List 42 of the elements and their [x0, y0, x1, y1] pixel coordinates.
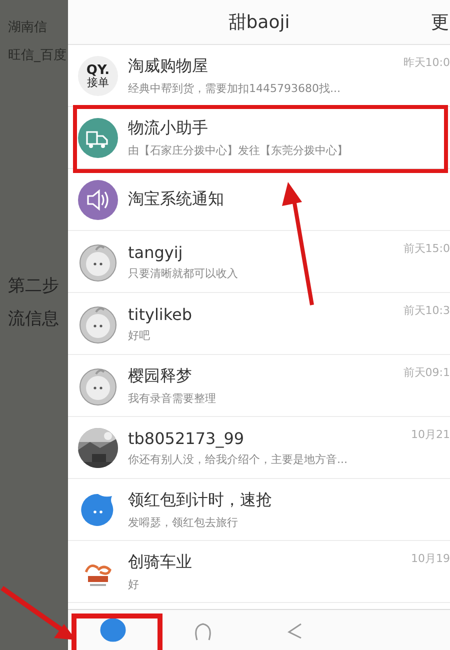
chat-bubble-icon — [99, 616, 127, 644]
page-text: 第二步 — [7, 275, 60, 297]
message-time: 前天15:0 — [403, 241, 450, 256]
bubble-avatar-icon — [78, 304, 118, 344]
conversation-item[interactable]: tb8052173_99 你还有别人没，给我介绍个，主要是地方音... 10月21 — [68, 417, 450, 479]
contact-name: 物流小助手 — [128, 118, 209, 138]
message-preview: 我有录音需要整理 — [128, 390, 216, 406]
conversation-item[interactable]: 创骑车业 好 10月19 — [68, 541, 450, 603]
message-preview: 好 — [128, 576, 140, 592]
bubble-avatar-icon — [78, 242, 118, 282]
speaker-icon — [78, 180, 118, 220]
message-preview: 由【石家庄分拨中心】发往【东莞分拨中心】 — [128, 142, 348, 158]
contact-name: 领红包到计时，速抢 — [128, 490, 272, 510]
conversation-item[interactable]: 领红包到计时，速抢 发嘚瑟，领红包去旅行 — [68, 479, 450, 541]
truck-icon — [78, 118, 118, 158]
message-preview: 发嘚瑟，领红包去旅行 — [128, 514, 239, 530]
contact-name: titylikeb — [128, 304, 192, 324]
message-time: 前天10:3 — [403, 303, 450, 318]
conversation-item[interactable]: tangyij 只要清晰就都可以收入 前天15:0 — [68, 231, 450, 293]
contact-name: 樱园释梦 — [128, 366, 193, 386]
contact-name: 淘威购物屋 — [128, 56, 209, 76]
message-time: 前天09:1 — [403, 365, 450, 380]
conversation-item[interactable]: 物流小助手 由【石家庄分拨中心】发往【东莞分拨中心】 — [68, 107, 450, 169]
more-button[interactable]: 更 — [431, 10, 449, 34]
conversation-item[interactable]: titylikeb 好吧 前天10:3 — [68, 293, 450, 355]
message-preview: 好吧 — [128, 328, 151, 342]
message-time: 10月19 — [411, 551, 450, 566]
message-time: 昨天10:0 — [403, 55, 450, 70]
message-time: 10月21 — [411, 427, 450, 442]
message-preview: 你还有别人没，给我介绍个，主要是地方音... — [128, 452, 348, 466]
conversation-item[interactable]: 樱园释梦 我有录音需要整理 前天09:1 — [68, 355, 450, 417]
contact-name: tb8052173_99 — [128, 428, 246, 448]
qy-logo-avatar: QY. 接单 — [78, 56, 118, 96]
bubble-avatar-icon — [78, 366, 118, 406]
message-preview: 只要清晰就都可以收入 — [128, 266, 238, 280]
contact-name: tangyij — [128, 242, 184, 262]
message-preview: 经典中帮到货，需要加扣1445793680找... — [128, 80, 340, 96]
contact-name: 淘宝系统通知 — [128, 189, 224, 210]
page-text: 流信息 — [7, 308, 60, 330]
contact-name: 创骑车业 — [128, 552, 192, 572]
conversation-item[interactable]: QY. 接单 淘威购物屋 经典中帮到货，需要加扣1445793680找... 昨天10:0 — [68, 45, 450, 107]
chat-title: 甜baoji — [228, 11, 290, 34]
